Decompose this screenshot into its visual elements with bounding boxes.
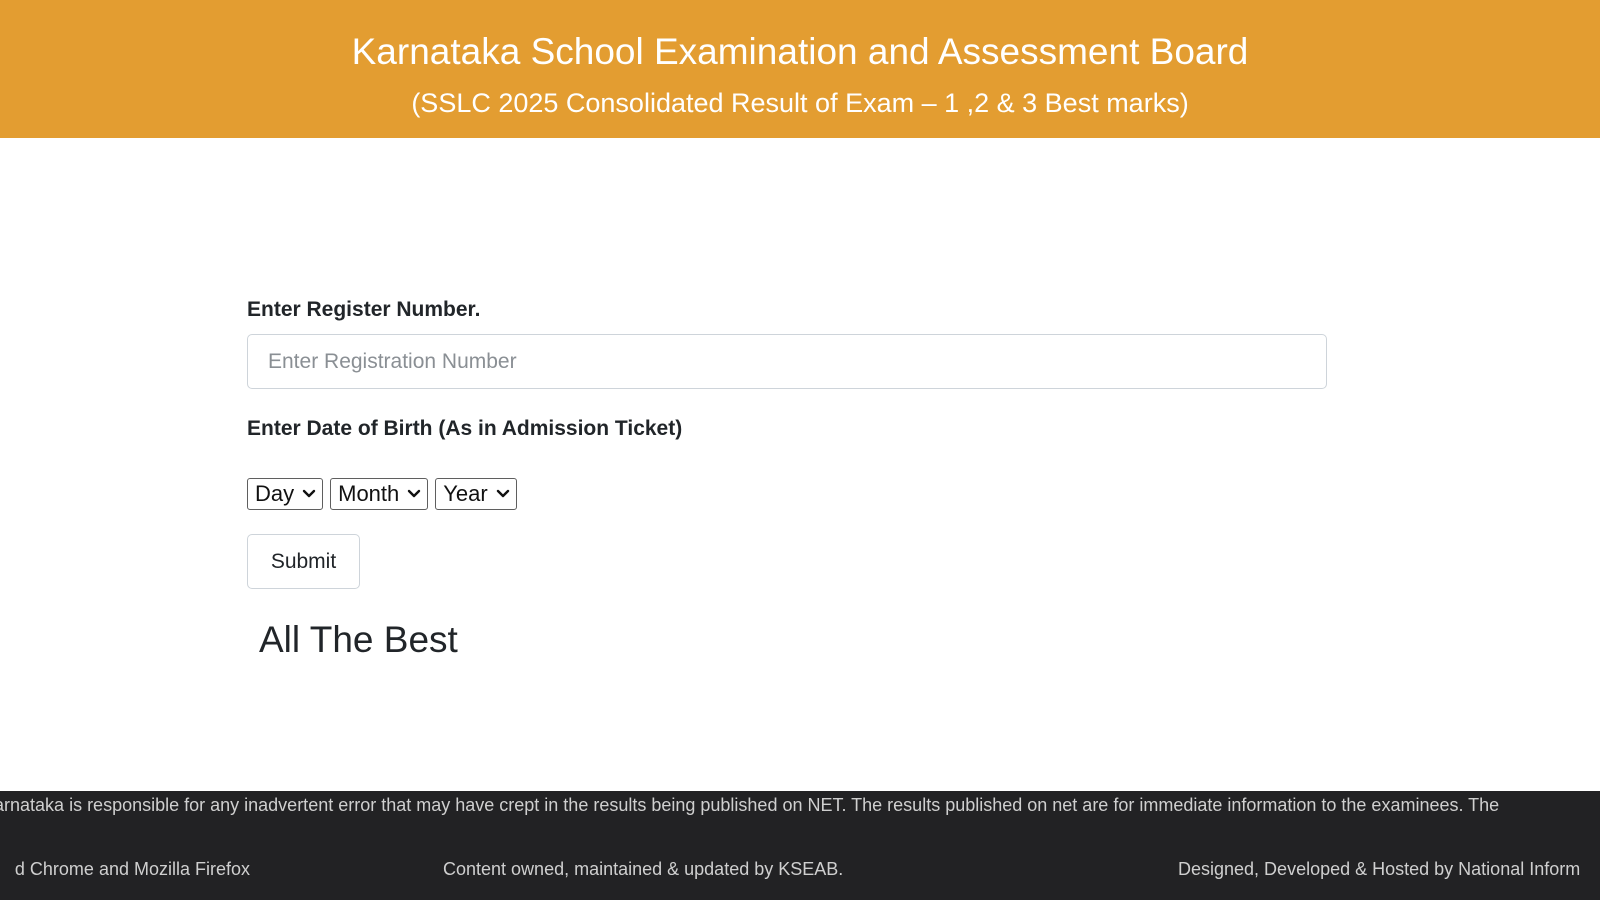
- disclaimer-marquee: B, Karnataka is responsible for any inad…: [0, 791, 1500, 817]
- dob-label: Enter Date of Birth (As in Admission Tic…: [247, 417, 683, 440]
- page-footer: B, Karnataka is responsible for any inad…: [0, 791, 1600, 900]
- month-select-value: Month: [338, 481, 400, 506]
- page-title: Karnataka School Examination and Assessm…: [351, 31, 1249, 72]
- day-select[interactable]: Day: [247, 478, 324, 510]
- all-the-best-message: All The Best: [259, 619, 458, 660]
- day-select-value: Day: [255, 481, 295, 506]
- chevron-down-icon: [302, 489, 316, 498]
- footer-designed-by: Designed, Developed & Hosted by National…: [1178, 859, 1581, 879]
- register-number-input[interactable]: [247, 334, 1327, 389]
- footer-browser-note: d Chrome and Mozilla Firefox: [14, 859, 250, 879]
- footer-content-owner: Content owned, maintained & updated by K…: [443, 859, 844, 879]
- month-select[interactable]: Month: [330, 478, 429, 510]
- chevron-down-icon: [496, 489, 509, 498]
- register-number-label: Enter Register Number.: [247, 298, 481, 321]
- submit-button[interactable]: Submit: [247, 534, 360, 589]
- year-select-value: Year: [443, 481, 488, 506]
- chevron-down-icon: [408, 489, 421, 498]
- page-header: Karnataka School Examination and Assessm…: [0, 0, 1600, 138]
- year-select[interactable]: Year: [435, 478, 517, 510]
- dob-selects: Day Month Year: [247, 478, 517, 510]
- page-subtitle: (SSLC 2025 Consolidated Result of Exam –…: [411, 88, 1189, 118]
